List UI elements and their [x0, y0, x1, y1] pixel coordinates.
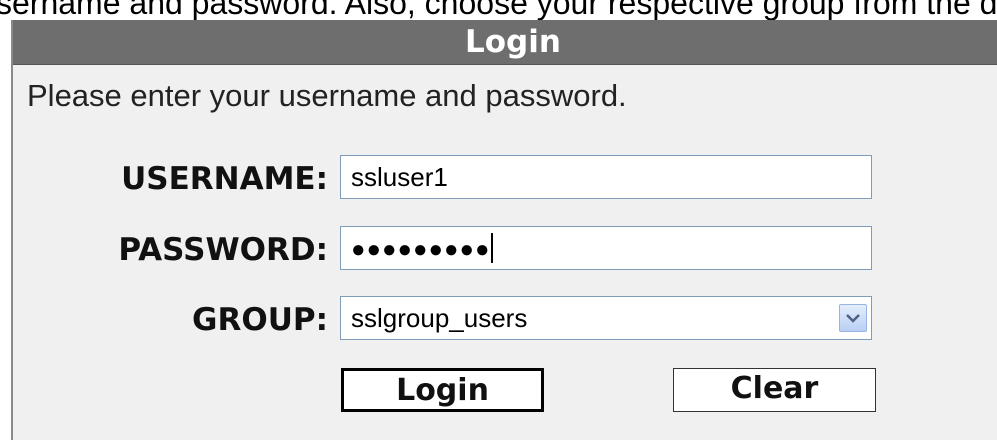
chevron-down-icon[interactable]: [839, 304, 867, 332]
login-prompt: Please enter your username and password.: [27, 78, 627, 113]
text-caret: [491, 233, 494, 264]
username-field[interactable]: ssluser1: [340, 155, 872, 199]
group-selected-value: sslgroup_users: [351, 303, 528, 333]
group-select[interactable]: sslgroup_users: [340, 296, 872, 340]
clear-button[interactable]: Clear: [673, 368, 876, 412]
login-panel-header: Login: [13, 20, 997, 65]
username-label: USERNAME:: [121, 161, 328, 197]
group-label: GROUP:: [192, 302, 328, 338]
login-panel: Login Please enter your username and pas…: [11, 20, 997, 440]
panel-title: Login: [465, 24, 561, 60]
password-label: PASSWORD:: [118, 232, 328, 268]
login-button[interactable]: Login: [341, 368, 544, 412]
password-field[interactable]: ●●●●●●●●●: [340, 226, 872, 270]
password-mask: ●●●●●●●●●: [351, 236, 491, 263]
username-value: ssluser1: [351, 162, 448, 192]
